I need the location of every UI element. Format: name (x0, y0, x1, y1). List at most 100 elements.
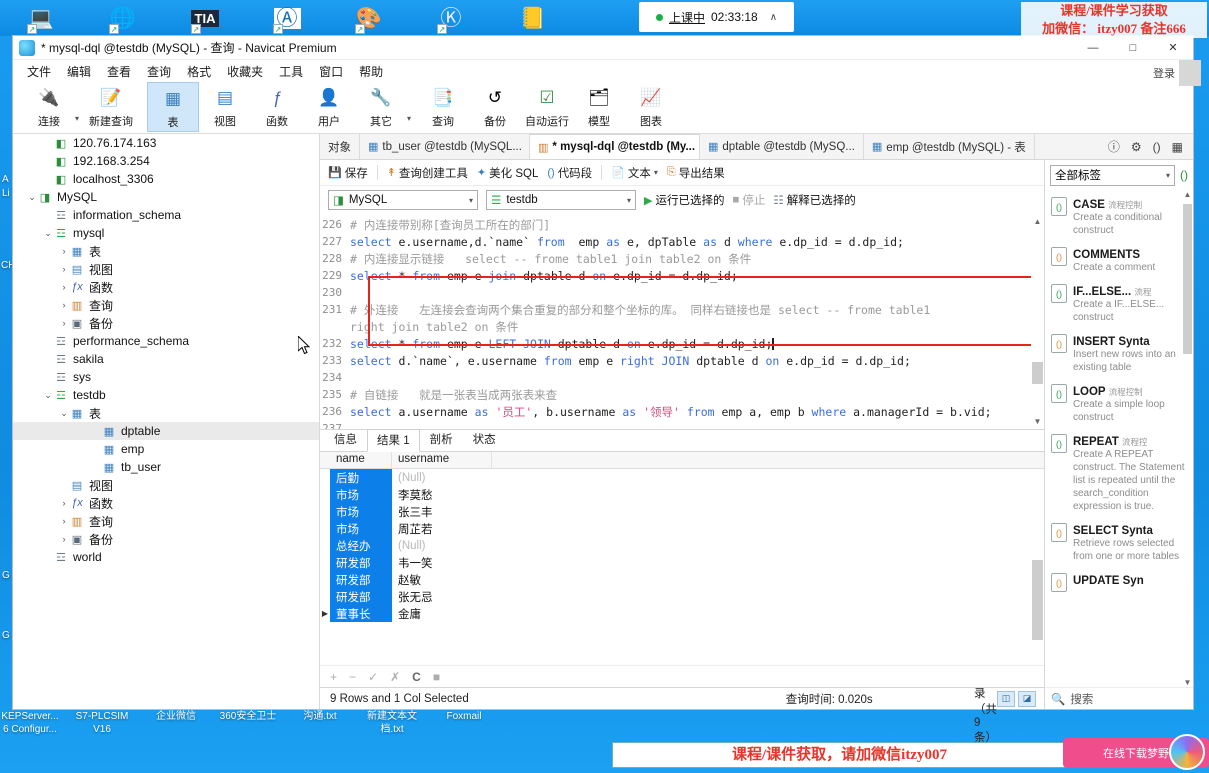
code-line[interactable]: 231 # 外连接 左连接会查询两个集合重复的部分和整个坐标的库。 同样右链接也是… (320, 301, 1044, 318)
cell-name[interactable]: 研发部 (330, 588, 392, 605)
settings-icon[interactable]: ⚙ (1131, 140, 1142, 154)
toolbar-chart-button[interactable]: 📈 图表 (625, 82, 677, 132)
toolbar-view-button[interactable]: ▤ 视图 (199, 82, 251, 132)
scroll-up-icon[interactable]: ▲ (1031, 214, 1044, 229)
toolbar-function-button[interactable]: ƒ 函数 (251, 82, 303, 132)
sql-editor[interactable]: 226 # 内连接带别称[查询员工所在的部门] 227 select e.userna… (320, 214, 1044, 429)
sidebar-item-[interactable]: › ▥ 查询 (13, 512, 319, 530)
sidebar-item-localhost_3306[interactable]: ◧ localhost_3306 (13, 170, 319, 188)
desktop-icon-newtext-txt[interactable]: 新建文本文 档.txt (356, 710, 428, 736)
text-button[interactable]: 📄 文本 ▾ (611, 165, 658, 181)
table-row[interactable]: 后勤 (Null) (320, 469, 1044, 486)
grid-icon[interactable]: ▦ (1172, 140, 1183, 154)
toolbar-user-button[interactable]: 👤 用户 (303, 82, 355, 132)
chevron-down-icon[interactable]: ▾ (75, 92, 85, 123)
desktop-icon-kepserver[interactable]: KEPServer... 6 Configur... (0, 710, 66, 736)
apply-icon[interactable]: ✓ (368, 670, 378, 684)
result-grid[interactable]: name username 后勤 (Null) 市场 李莫愁 市场 张三丰 市场 周芷若 总经办… (320, 452, 1044, 665)
toolbar-connection-button[interactable]: 🔌 连接 (23, 82, 75, 132)
sidebar-item-[interactable]: › ▥ 查询 (13, 296, 319, 314)
sidebar-item-world[interactable]: ☲ world (13, 548, 319, 566)
editor-scrollbar[interactable]: ▲ ▼ (1031, 214, 1044, 429)
table-row[interactable]: 研发部 赵敏 (320, 571, 1044, 588)
login-area[interactable]: 登录 (1153, 60, 1201, 86)
cell-name[interactable]: 市场 (330, 503, 392, 520)
taskbar-icon-edge[interactable]: 🌐 ↗ (82, 0, 164, 36)
grid-scrollbar[interactable] (1031, 452, 1044, 665)
cell-username[interactable]: 李莫愁 (392, 486, 542, 503)
sidebar-item-tb_user[interactable]: ▦ tb_user (13, 458, 319, 476)
table-row[interactable]: 总经办 (Null) (320, 537, 1044, 554)
menu-edit[interactable]: 编辑 (67, 63, 91, 80)
navigation-sidebar[interactable]: ◧ 120.76.174.163 ◧ 192.168.3.254 ◧ localhost_… (13, 134, 320, 709)
table-row[interactable]: 研发部 张无忌 (320, 588, 1044, 605)
tree-twisty-icon[interactable]: › (59, 516, 69, 526)
cell-name[interactable]: 后勤 (330, 469, 392, 486)
sidebar-item-[interactable]: › ▤ 视图 (13, 260, 319, 278)
toolbar-automation-button[interactable]: ☑ 自动运行 (521, 82, 573, 132)
chevron-down-icon[interactable]: ▾ (654, 168, 658, 177)
maximize-button[interactable]: □ (1113, 36, 1153, 60)
column-header-username[interactable]: username (392, 452, 492, 468)
cell-username[interactable]: 张三丰 (392, 503, 542, 520)
sidebar-item-[interactable]: › ƒx 函数 (13, 278, 319, 296)
cell-username[interactable]: 张无忌 (392, 588, 542, 605)
toolbar-backup-button[interactable]: ↺ 备份 (469, 82, 521, 132)
taskbar-icon-computer[interactable]: 💻 ↗ (0, 0, 82, 36)
desktop-icon-plcsim[interactable]: S7-PLCSIM V16 (66, 710, 138, 736)
sidebar-item-dptable[interactable]: ▦ dptable (13, 422, 319, 440)
taskbar-icon-tia[interactable]: TIA ↗ (164, 0, 246, 36)
tree-twisty-icon[interactable]: › (59, 264, 69, 274)
toolbar-model-button[interactable]: 🗂 模型 (573, 82, 625, 132)
sidebar-item-performance_schema[interactable]: ☲ performance_schema (13, 332, 319, 350)
snippet-item[interactable]: () INSERT Synta Insert new rows into an e… (1045, 330, 1193, 380)
tree-twisty-icon[interactable]: › (59, 498, 69, 508)
cell-username[interactable]: 金庸 (392, 605, 542, 622)
tree-twisty-icon[interactable]: ⌄ (27, 192, 37, 203)
toolbar-new-query-button[interactable]: 📝 新建查询 (85, 82, 137, 132)
scroll-down-icon[interactable]: ▼ (1031, 414, 1044, 429)
code-line[interactable]: 228 # 内连接显示链接 select -- frome table1 join… (320, 250, 1044, 267)
snippet-item[interactable]: () COMMENTS Create a comment (1045, 243, 1193, 280)
code-line[interactable]: 230 (320, 284, 1044, 301)
code-snippet-button[interactable]: () 代码段 (547, 165, 592, 181)
menu-favorites[interactable]: 收藏夹 (227, 63, 263, 80)
sidebar-item-mysql[interactable]: ⌄ ◨ MySQL (13, 188, 319, 206)
result-tab-result1[interactable]: 结果 1 (367, 429, 420, 452)
result-tab-info[interactable]: 信息 (324, 428, 367, 451)
refresh-icon[interactable]: C (412, 670, 421, 684)
menu-tools[interactable]: 工具 (279, 63, 303, 80)
save-button[interactable]: 💾 保存 (328, 165, 368, 181)
sidebar-item-sys[interactable]: ☲ sys (13, 368, 319, 386)
cell-name[interactable]: 研发部 (330, 554, 392, 571)
sidebar-item-[interactable]: ▤ 视图 (13, 476, 319, 494)
cell-username[interactable]: 韦一笑 (392, 554, 542, 571)
form-view-button[interactable]: ◪ (1018, 690, 1036, 707)
tree-twisty-icon[interactable]: ⌄ (59, 408, 69, 419)
tree-twisty-icon[interactable]: › (59, 282, 69, 292)
desktop-icon-goutong-txt[interactable]: 沟通.txt (284, 710, 356, 723)
add-snippet-icon[interactable]: () (1180, 168, 1188, 182)
menu-format[interactable]: 格式 (187, 63, 211, 80)
menu-file[interactable]: 文件 (27, 63, 51, 80)
stop-icon[interactable]: ■ (433, 670, 440, 684)
tree-twisty-icon[interactable]: › (59, 300, 69, 310)
code-icon[interactable]: () (1153, 140, 1161, 154)
result-tab-status[interactable]: 状态 (463, 428, 506, 451)
snippet-scrollbar[interactable]: ▲ ▼ (1182, 190, 1193, 687)
database-select[interactable]: ☰ testdb ▾ (486, 190, 636, 210)
snippet-tag-select[interactable]: 全部标签 ▾ (1050, 164, 1175, 186)
editor-scroll-thumb[interactable] (1032, 362, 1043, 384)
sidebar-item-mysql[interactable]: ⌄ ☲ mysql (13, 224, 319, 242)
cell-username[interactable]: (Null) (392, 469, 542, 486)
snippet-item[interactable]: () IF...ELSE... 流程 Create a IF...ELSE... c… (1045, 280, 1193, 330)
sidebar-item-[interactable]: › ƒx 函数 (13, 494, 319, 512)
minimize-button[interactable]: — (1073, 36, 1113, 60)
close-button[interactable]: ✕ (1153, 36, 1193, 60)
sidebar-item-12076174163[interactable]: ◧ 120.76.174.163 (13, 134, 319, 152)
grid-scroll-thumb[interactable] (1032, 560, 1043, 640)
class-status-clock[interactable]: 上课中 02:33:18 ∧ (639, 2, 794, 32)
code-line[interactable]: 233 select d.`name`, e.username from emp … (320, 352, 1044, 369)
menu-window[interactable]: 窗口 (319, 63, 343, 80)
tree-twisty-icon[interactable]: › (59, 534, 69, 544)
